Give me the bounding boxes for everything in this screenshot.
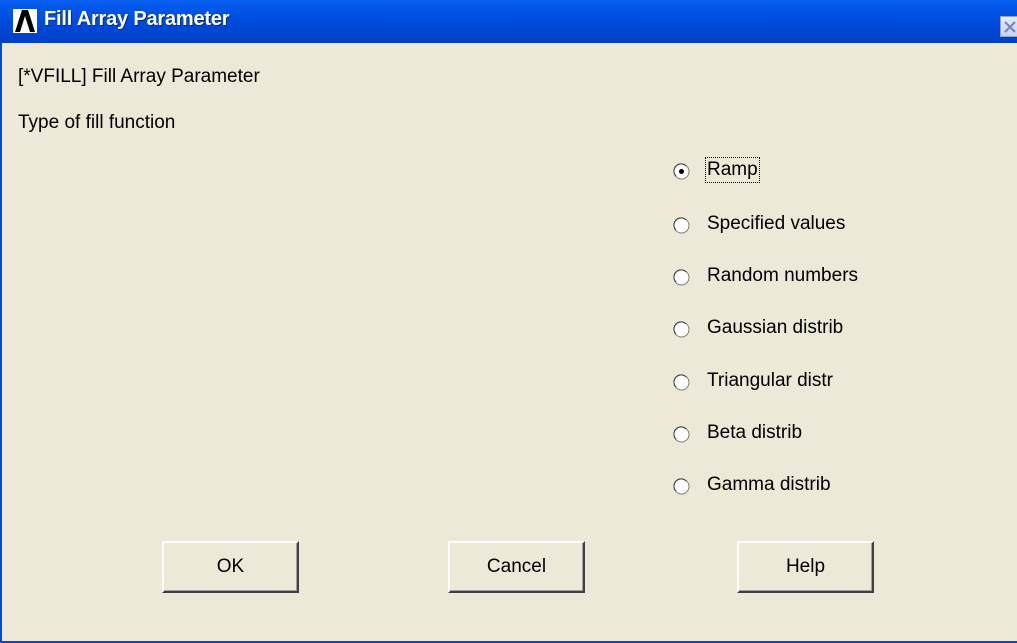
fill-array-parameter-dialog: Fill Array Parameter [*VFILL] Fill Array… [0,0,1017,643]
radio-selected-dot [679,169,684,174]
radio-label: Ramp [705,157,760,183]
radio-button-icon[interactable] [673,269,690,286]
radio-option-gaussian-distrib[interactable]: Gaussian distrib [673,315,993,343]
radio-option-specified-values[interactable]: Specified values [673,211,993,239]
radio-button-icon[interactable] [673,217,690,234]
radio-label: Triangular distr [707,370,834,391]
radio-button-icon[interactable] [673,163,690,180]
cancel-button[interactable]: Cancel [448,541,585,593]
fill-type-label: Type of fill function [18,112,176,133]
radio-label: Random numbers [707,265,859,286]
radio-label: Beta distrib [707,422,803,443]
command-label: [*VFILL] Fill Array Parameter [18,66,260,87]
radio-button-icon[interactable] [673,321,690,338]
window-title: Fill Array Parameter [44,8,230,30]
radio-label: Gamma distrib [707,474,831,495]
title-bar[interactable]: Fill Array Parameter [0,0,1017,43]
window-frame-left [0,43,2,643]
ok-button[interactable]: OK [162,541,299,593]
close-icon [1004,21,1016,33]
radio-label: Specified values [707,213,846,234]
radio-option-ramp[interactable]: Ramp [673,157,993,185]
radio-label: Gaussian distrib [707,317,844,338]
ansys-logo-icon [13,9,37,33]
radio-option-gamma-distrib[interactable]: Gamma distrib [673,472,993,500]
radio-option-triangular-distr[interactable]: Triangular distr [673,368,993,396]
radio-option-random-numbers[interactable]: Random numbers [673,263,993,291]
radio-button-icon[interactable] [673,426,690,443]
help-button[interactable]: Help [737,541,874,593]
close-button[interactable] [1000,16,1017,37]
radio-button-icon[interactable] [673,374,690,391]
radio-option-beta-distrib[interactable]: Beta distrib [673,420,993,448]
radio-button-icon[interactable] [673,478,690,495]
